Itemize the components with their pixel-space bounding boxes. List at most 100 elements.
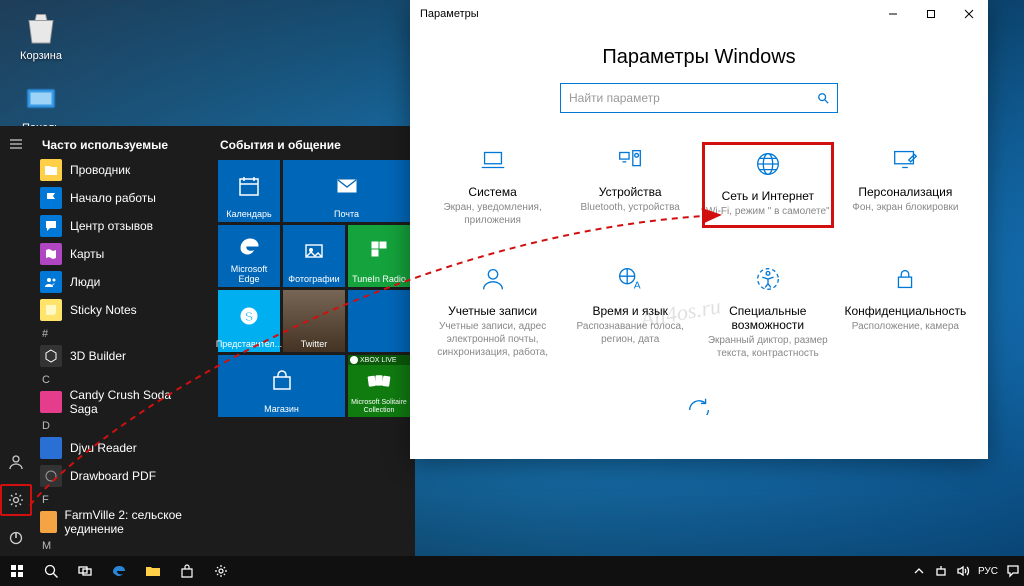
tile-skype[interactable]: SПредставител... <box>218 290 280 352</box>
taskbar-taskview-icon[interactable] <box>68 556 102 586</box>
app-feedback[interactable]: Центр отзывов <box>32 212 208 240</box>
window-minimize-button[interactable] <box>874 0 912 28</box>
globe-icon <box>703 147 833 181</box>
edge-icon <box>237 228 261 264</box>
svg-text:S: S <box>245 309 254 324</box>
settings-item-accounts[interactable]: Учетные записи Учетные записи, адрес эле… <box>428 262 558 360</box>
list-separator-d[interactable]: D <box>32 416 208 434</box>
settings-item-network[interactable]: Сеть и Интернет Wi-Fi, режим " в самолет… <box>703 143 833 227</box>
taskbar-explorer-icon[interactable] <box>136 556 170 586</box>
cube-icon <box>40 345 62 367</box>
skype-icon: S <box>237 293 261 339</box>
window-title: Параметры <box>420 8 479 20</box>
settings-item-time-language[interactable]: A Время и язык Распознавание голоса, рег… <box>565 262 695 360</box>
start-menu-app-list: Часто используемые Проводник Начало рабо… <box>32 126 208 556</box>
tile-empty[interactable] <box>348 290 410 352</box>
store-icon <box>270 358 294 404</box>
tile-calendar[interactable]: Календарь <box>218 160 280 222</box>
chat-icon <box>40 215 62 237</box>
start-menu: Часто используемые Проводник Начало рабо… <box>0 126 415 556</box>
tile-photos[interactable]: Фотографии <box>283 225 345 287</box>
sync-icon <box>634 395 764 415</box>
tiles-header: События и общение <box>220 138 405 152</box>
cards-icon <box>367 364 391 399</box>
tile-edge[interactable]: Microsoft Edge <box>218 225 280 287</box>
taskbar: РУС <box>0 556 1024 586</box>
recycle-bin-icon <box>21 8 61 48</box>
tray-chevron-up-icon[interactable] <box>912 564 926 578</box>
hamburger-icon[interactable] <box>4 132 28 156</box>
control-panel-icon <box>21 80 61 120</box>
settings-item-personalization[interactable]: Персонализация Фон, экран блокировки <box>840 143 970 227</box>
app-drawboard[interactable]: Drawboard PDF <box>32 462 208 490</box>
app-candycrush[interactable]: Candy Crush Soda Saga <box>32 388 208 416</box>
settings-item-update-partial[interactable] <box>634 395 764 415</box>
flag-icon <box>40 187 62 209</box>
candy-icon <box>40 391 62 413</box>
app-djvu[interactable]: Djvu Reader <box>32 434 208 462</box>
taskbar-edge-icon[interactable] <box>102 556 136 586</box>
lock-icon <box>840 262 970 296</box>
power-icon[interactable] <box>4 526 28 550</box>
tile-twitter[interactable]: Twitter <box>283 290 345 352</box>
system-tray: РУС <box>912 556 1024 586</box>
note-icon <box>40 299 62 321</box>
tile-mail[interactable]: Почта <box>283 160 410 222</box>
window-titlebar[interactable]: Параметры <box>410 0 988 28</box>
document-icon <box>40 437 62 459</box>
taskbar-search-icon[interactable] <box>34 556 68 586</box>
radio-icon <box>367 228 391 274</box>
settings-item-system[interactable]: Система Экран, уведомления, приложения <box>428 143 558 227</box>
search-icon <box>817 92 829 104</box>
laptop-icon <box>428 143 558 177</box>
start-button[interactable] <box>0 556 34 586</box>
taskbar-settings-icon[interactable] <box>204 556 238 586</box>
list-separator-f[interactable]: F <box>32 490 208 508</box>
accessibility-icon <box>703 262 833 296</box>
farm-icon <box>40 511 57 533</box>
photos-icon <box>302 228 326 274</box>
app-getstarted[interactable]: Начало работы <box>32 184 208 212</box>
tile-solitaire[interactable]: XBOX LIVEMicrosoft Solitaire Collection <box>348 355 410 417</box>
list-separator-m[interactable]: M <box>32 536 208 554</box>
app-explorer[interactable]: Проводник <box>32 156 208 184</box>
globe-letter-icon: A <box>565 262 695 296</box>
tray-volume-icon[interactable] <box>956 564 970 578</box>
settings-categories-grid: Система Экран, уведомления, приложения У… <box>410 143 988 415</box>
tray-keyboard-lang[interactable]: РУС <box>978 566 998 577</box>
user-account-icon[interactable] <box>4 450 28 474</box>
app-sticky[interactable]: Sticky Notes <box>32 296 208 324</box>
tray-network-icon[interactable] <box>934 564 948 578</box>
tile-tunein[interactable]: TuneIn Radio <box>348 225 410 287</box>
settings-item-privacy[interactable]: Конфиденциальность Расположение, камера <box>840 262 970 360</box>
list-separator-hash[interactable]: # <box>32 324 208 342</box>
start-menu-tiles: События и общение Календарь Почта Micros… <box>208 126 415 556</box>
settings-item-accessibility[interactable]: Специальные возможности Экранный диктор,… <box>703 262 833 360</box>
tile-store[interactable]: Магазин <box>218 355 345 417</box>
app-people[interactable]: Люди <box>32 268 208 296</box>
taskbar-store-icon[interactable] <box>170 556 204 586</box>
settings-search-input[interactable]: Найти параметр <box>560 83 838 113</box>
pdf-icon <box>40 465 62 487</box>
app-farmville[interactable]: FarmVille 2: сельское уединение <box>32 508 208 536</box>
xbox-badge: XBOX LIVE <box>348 355 410 365</box>
window-maximize-button[interactable] <box>912 0 950 28</box>
calendar-icon <box>237 163 261 209</box>
start-menu-rail <box>0 126 32 556</box>
map-icon <box>40 243 62 265</box>
monitor-brush-icon <box>840 143 970 177</box>
frequent-header: Часто используемые <box>32 132 208 156</box>
people-icon <box>40 271 62 293</box>
window-close-button[interactable] <box>950 0 988 28</box>
app-3dbuilder[interactable]: 3D Builder <box>32 342 208 370</box>
settings-item-devices[interactable]: Устройства Bluetooth, устройства <box>565 143 695 227</box>
list-separator-c[interactable]: C <box>32 370 208 388</box>
tray-action-center-icon[interactable] <box>1006 564 1020 578</box>
settings-gear-icon[interactable] <box>0 484 32 516</box>
user-icon <box>428 262 558 296</box>
mail-icon <box>335 163 359 209</box>
svg-text:A: A <box>634 280 641 291</box>
app-maps[interactable]: Карты <box>32 240 208 268</box>
desktop-icon-recycle-bin[interactable]: Корзина <box>6 8 76 62</box>
folder-icon <box>40 159 62 181</box>
